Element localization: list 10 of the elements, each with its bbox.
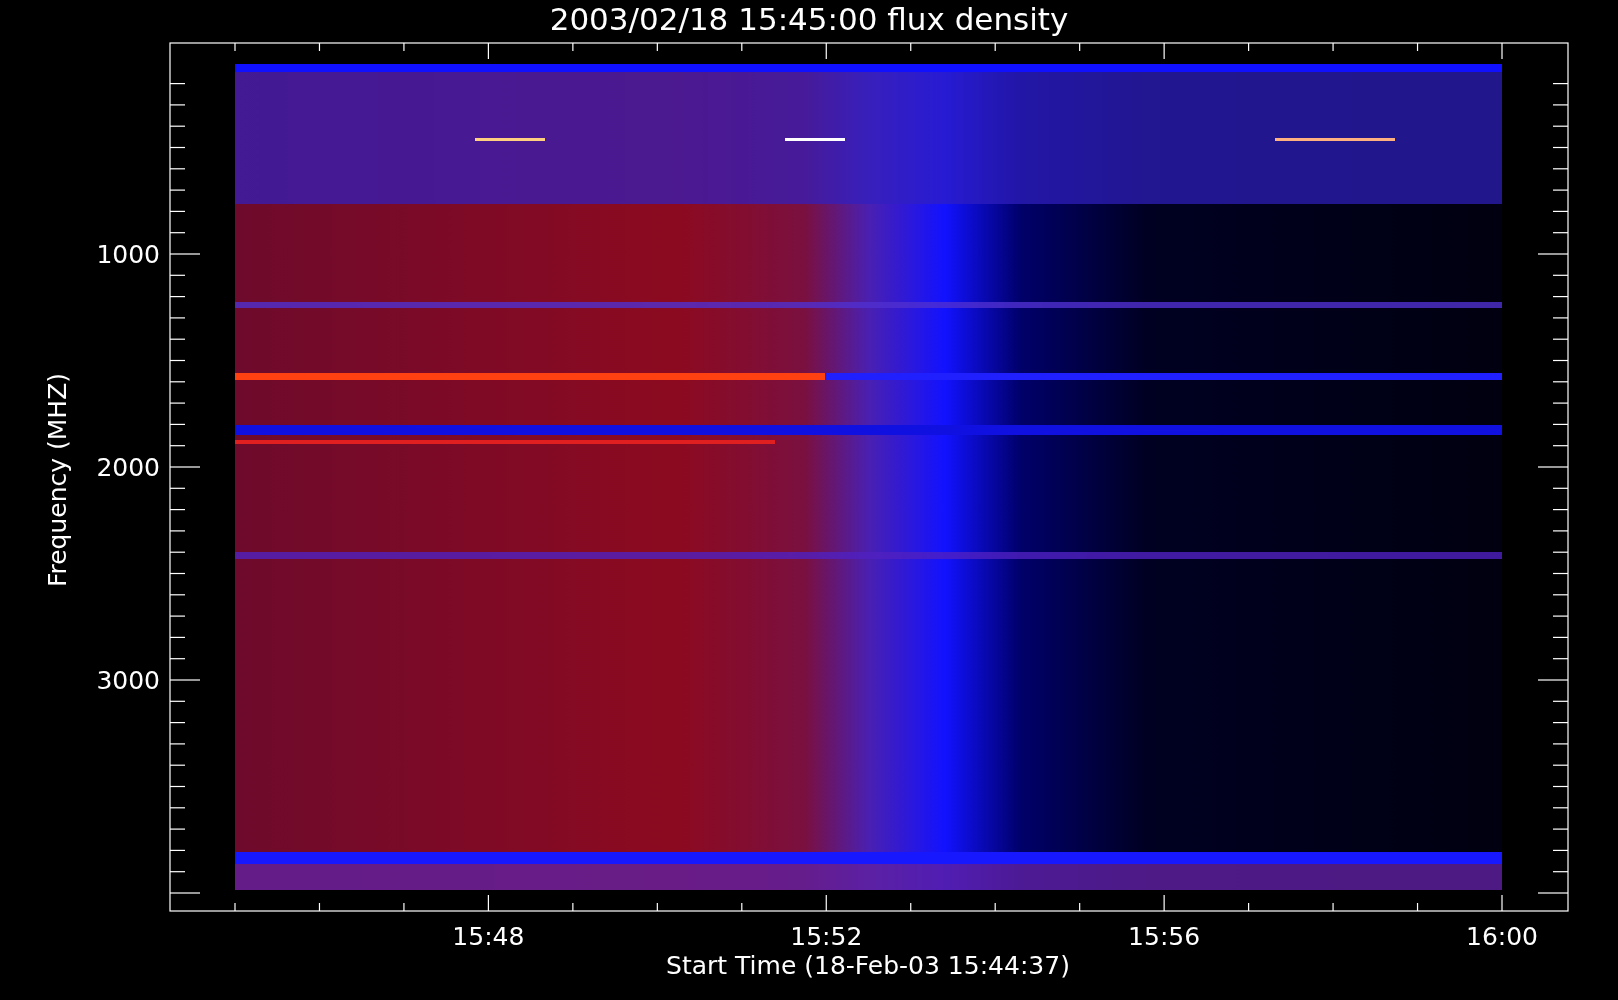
x-tick-label: 15:48: [452, 924, 525, 949]
y-tick-label: 2000: [95, 454, 160, 480]
y-tick-label: 3000: [95, 667, 160, 693]
x-axis-label: Start Time (18-Feb-03 15:44:37): [666, 953, 1070, 978]
chart-title: 2003/02/18 15:45:00 flux density: [548, 4, 1070, 35]
x-tick-label: 15:56: [1128, 924, 1201, 949]
x-tick-label: 15:52: [790, 924, 863, 949]
y-axis-label: Frequency (MHZ): [44, 372, 70, 588]
x-tick-label: 16:00: [1466, 924, 1538, 949]
y-tick-label: 1000: [95, 241, 160, 267]
